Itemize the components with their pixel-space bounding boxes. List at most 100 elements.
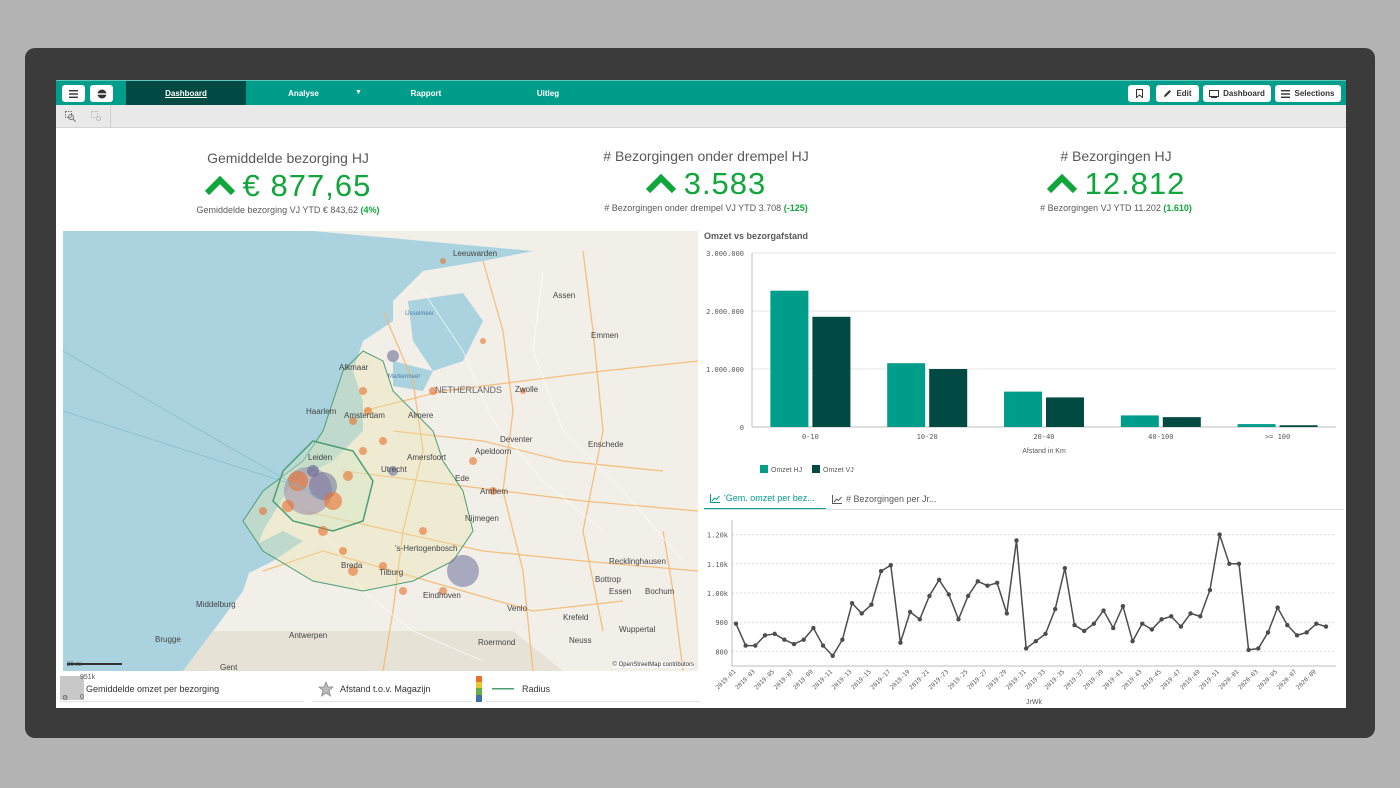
- bar-chart-title: Omzet vs bezorgafstand: [704, 231, 809, 241]
- data-point: [1101, 608, 1106, 613]
- x-tick-label: 0-10: [802, 433, 819, 441]
- y-tick-label: 1.10k: [707, 561, 729, 569]
- pencil-icon: [1164, 90, 1172, 97]
- tab-gem-omzet[interactable]: 'Gem. omzet per bez...: [704, 488, 826, 510]
- y-tick-label: 2.000.000: [706, 308, 744, 316]
- clear-selection-button[interactable]: [84, 108, 108, 125]
- data-point: [1052, 606, 1058, 612]
- hub-button[interactable]: [90, 85, 113, 102]
- x-tick-label: 40-100: [1148, 433, 1173, 441]
- bar-omzet-hj: [887, 363, 926, 427]
- smart-search-button[interactable]: [58, 108, 82, 125]
- data-point: [1236, 561, 1242, 566]
- map-label: Amersfoort: [407, 453, 447, 462]
- toolbar-divider: [110, 105, 111, 128]
- y-tick-label: 3.000.000: [706, 250, 744, 258]
- belgium-area: [183, 631, 563, 671]
- data-point: [1091, 621, 1097, 626]
- data-point: [762, 633, 768, 638]
- delivery-map[interactable]: Leeuwarden Assen Emmen IJsselmeer Marker…: [63, 231, 698, 671]
- selections-label: Selections: [1294, 89, 1335, 98]
- legend-line-item[interactable]: Radius: [486, 676, 700, 702]
- kpi-bezorgingen-onder-drempel[interactable]: # Bezorgingen onder drempel HJ 3.583 # B…: [556, 148, 856, 213]
- selections-icon: [1281, 89, 1291, 98]
- map-label: Antwerpen: [289, 631, 328, 640]
- x-axis-label: JrWk: [1026, 699, 1042, 706]
- line-chart-icon: [832, 494, 842, 504]
- data-point: [1023, 646, 1029, 651]
- tab-uitleg[interactable]: Uitleg: [488, 81, 608, 106]
- line-chart[interactable]: 8009001.00k1.10k1.20k2019-012019-032019-…: [704, 514, 1344, 708]
- data-point: [1159, 617, 1164, 622]
- data-point: [1033, 638, 1039, 644]
- y-tick-label: 800: [715, 648, 728, 656]
- legend-label: Afstand t.o.v. Magazijn: [340, 683, 431, 694]
- bar-chart[interactable]: 0 1.000.000 2.000.000 3.000.000 0-10 10-20 20-…: [704, 243, 1344, 473]
- map-label: Roermond: [478, 638, 516, 647]
- bar-omzet-vj: [812, 316, 851, 427]
- data-point: [1062, 565, 1068, 571]
- globe-icon: [97, 89, 106, 98]
- map-label: Eindhoven: [423, 591, 461, 600]
- map-label: Enschede: [588, 440, 624, 449]
- selections-button[interactable]: Selections: [1275, 85, 1341, 102]
- map-label: Wuppertal: [619, 625, 656, 634]
- data-point: [849, 601, 855, 606]
- map-label: Deventer: [500, 435, 533, 444]
- data-point: [936, 577, 942, 583]
- map-label: Ede: [455, 474, 470, 483]
- data-point: [1188, 611, 1193, 616]
- kpi-value: 3.583: [683, 166, 767, 201]
- data-point: [1227, 561, 1232, 566]
- dashboard-button-label: Dashboard: [1223, 89, 1265, 98]
- chevron-down-icon[interactable]: ▼: [355, 89, 362, 96]
- tab-analyse[interactable]: Analyse: [246, 81, 361, 106]
- tab-dashboard[interactable]: Dashboard: [126, 81, 246, 106]
- tab-rapport[interactable]: Rapport: [366, 81, 486, 106]
- kpi-title: # Bezorgingen onder drempel HJ: [603, 148, 809, 164]
- map-label: Amsterdam: [344, 411, 385, 420]
- data-point: [753, 643, 758, 648]
- edit-label: Edit: [1176, 89, 1192, 98]
- data-point: [1246, 647, 1251, 653]
- legend-size-item[interactable]: 951k 0 ⚙ Gemiddelde omzet per bezorging: [60, 674, 304, 702]
- data-point: [1140, 621, 1145, 626]
- kpi-comparison: Gemiddelde bezorging VJ YTD € 843,62: [196, 205, 358, 215]
- kpi-delta: (4%): [360, 205, 380, 215]
- x-tick-label: 20-40: [1033, 433, 1054, 441]
- tab-underline: [704, 509, 1344, 510]
- data-point: [782, 637, 787, 642]
- bar-omzet-vj: [1162, 417, 1201, 427]
- arrow-up-icon: [204, 175, 235, 196]
- series-line: [735, 534, 1327, 658]
- data-point: [1323, 624, 1329, 629]
- data-point: [1043, 631, 1048, 637]
- bookmark-button[interactable]: [1128, 85, 1150, 102]
- data-point: [1111, 625, 1116, 631]
- y-tick-label: 0: [740, 424, 744, 432]
- arrow-up-icon: [1046, 173, 1077, 194]
- kpi-title: # Bezorgingen HJ: [1060, 148, 1172, 164]
- kpi-bezorgingen[interactable]: # Bezorgingen HJ 12.812 # Bezorgingen VJ…: [966, 148, 1266, 213]
- data-point: [985, 583, 990, 588]
- map-legend: 951k 0 ⚙ Gemiddelde omzet per bezorging …: [60, 674, 700, 706]
- map-attribution[interactable]: © OpenStreetMap contributors: [612, 662, 694, 668]
- bar-omzet-hj: [1004, 391, 1042, 427]
- data-point: [1198, 614, 1203, 619]
- menu-button[interactable]: [62, 85, 85, 102]
- data-point: [1265, 630, 1271, 635]
- legend-label: Omzet HJ: [771, 467, 802, 473]
- tab-bezorgingen[interactable]: # Bezorgingen per Jr...: [830, 488, 960, 510]
- edit-button[interactable]: Edit: [1156, 85, 1199, 102]
- map-label: NETHERLANDS: [435, 385, 503, 395]
- selection-toolbar: [56, 105, 1346, 128]
- y-tick-label: 1.000.000: [706, 366, 744, 374]
- map-label: Zwolle: [515, 385, 539, 394]
- data-point: [1285, 622, 1290, 628]
- dashboard-button[interactable]: Dashboard: [1203, 85, 1271, 102]
- y-tick-label: 1.00k: [707, 590, 729, 598]
- map-label: Nijmegen: [465, 514, 499, 523]
- kpi-delta: (1.610): [1163, 203, 1192, 213]
- legend-shape-item[interactable]: Afstand t.o.v. Magazijn: [312, 676, 472, 702]
- kpi-gemiddelde-bezorging[interactable]: Gemiddelde bezorging HJ € 877,65 Gemidde…: [138, 150, 438, 215]
